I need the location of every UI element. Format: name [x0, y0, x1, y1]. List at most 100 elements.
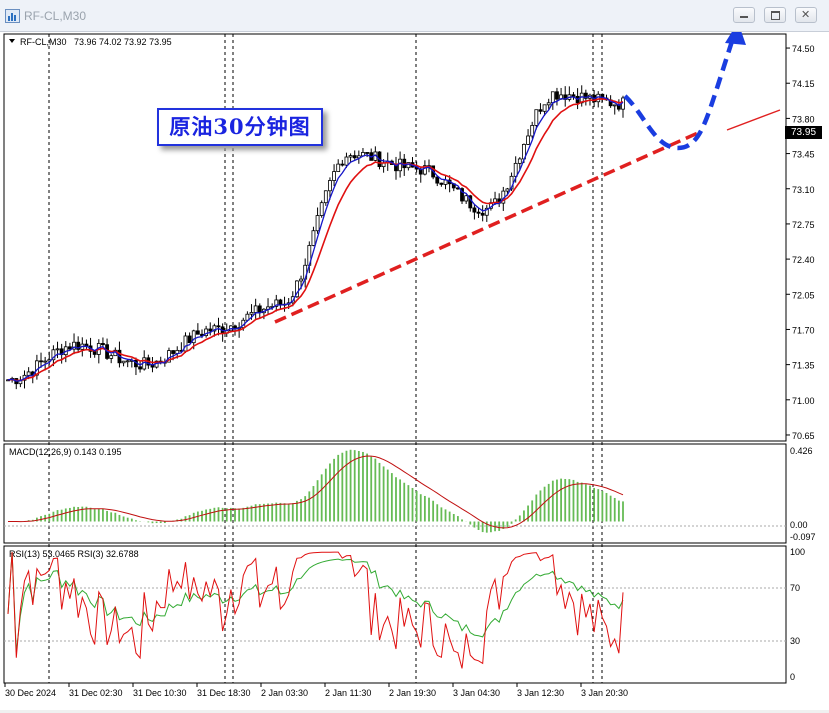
candle-body: [550, 91, 555, 104]
time-tick-label: 3 Jan 20:30: [581, 688, 628, 698]
candle-body: [216, 325, 221, 328]
candle-body: [480, 212, 485, 216]
price-tick-label: 71.35: [792, 361, 815, 371]
time-tick-label: 3 Jan 12:30: [517, 688, 564, 698]
chart-window[interactable]: RF-CL,M30 73.96 74.02 73.92 73.95 74.50 7…: [0, 22, 829, 710]
rsi-axis: 100 70 30 0: [790, 547, 805, 682]
price-tick-label: 73.80: [792, 114, 815, 124]
window-title: RF-CL,M30: [24, 9, 87, 23]
candle-body: [278, 299, 283, 306]
candle-body: [530, 125, 535, 137]
candle-body: [542, 104, 547, 112]
candle-body: [571, 94, 576, 97]
candle-body: [352, 155, 357, 159]
candle-body: [299, 278, 303, 282]
rsi-axis-100: 100: [790, 547, 805, 557]
macd-axis-min: -0.097: [790, 532, 816, 542]
candle-body: [26, 371, 31, 376]
time-axis: 30 Dec 2024 31 Dec 02:30 31 Dec 10:30 31 De…: [4, 683, 628, 698]
price-axis: 74.50 74.15 73.80 73.45 73.10 72.75 72.40 72.05…: [786, 44, 815, 441]
main-panel: [3, 33, 787, 442]
candle-body: [101, 343, 105, 346]
time-tick-label: 31 Dec 10:30: [133, 688, 187, 698]
candle-body: [187, 335, 192, 344]
minimize-button[interactable]: [733, 7, 755, 23]
candle-body: [55, 348, 60, 351]
price-tick-label: 70.65: [792, 431, 815, 441]
macd-label: MACD(12,26,9) 0.143 0.195: [9, 447, 122, 457]
candle-body: [476, 211, 481, 214]
ohlc-values: 73.96 74.02 73.92 73.95: [74, 37, 172, 47]
chart-annotation-label: 原油30分钟图: [157, 108, 323, 146]
candle-body: [39, 360, 43, 363]
candle-body: [92, 350, 97, 355]
candle-body: [398, 158, 403, 172]
candle-body: [526, 135, 530, 145]
candle-body: [472, 207, 477, 213]
time-tick-label: 2 Jan 11:30: [325, 688, 371, 698]
window-titlebar[interactable]: RF-CL,M30: [0, 0, 829, 32]
time-tick-label: 31 Dec 18:30: [197, 688, 251, 698]
candle-body: [315, 215, 320, 232]
rsi-label: RSI(13) 53.0465 RSI(3) 32.6788: [9, 549, 139, 559]
candle-body: [464, 195, 469, 202]
price-chart[interactable]: RF-CL,M30 73.96 74.02 73.92 73.95 74.507…: [0, 22, 829, 710]
candle-body: [328, 180, 332, 192]
rsi-axis-0: 0: [790, 672, 795, 682]
candle-body: [319, 202, 324, 216]
macd-axis-max: 0.426: [790, 446, 813, 456]
time-tick-label: 2 Jan 19:30: [389, 688, 436, 698]
candle-body: [612, 104, 617, 107]
candle-body: [439, 182, 444, 185]
price-tick-label: 71.00: [792, 396, 815, 406]
rsi-panel: [3, 545, 787, 684]
candle-body: [121, 360, 126, 364]
candle-body: [171, 350, 176, 354]
price-tick-label: 74.50: [792, 44, 815, 54]
close-button[interactable]: [795, 7, 817, 23]
price-tick-label: 72.75: [792, 220, 815, 230]
candle-body: [311, 230, 316, 246]
candle-body: [340, 163, 345, 166]
candle-body: [249, 312, 254, 315]
symbol-name: RF-CL,M30: [20, 37, 67, 47]
candle-body: [513, 162, 518, 177]
candle-body: [253, 305, 258, 313]
price-tick-label: 73.10: [792, 185, 815, 195]
candle-body: [332, 171, 336, 181]
restore-button[interactable]: [764, 7, 786, 23]
candle-body: [336, 163, 341, 172]
candle-body: [435, 176, 440, 184]
candle-body: [538, 109, 543, 112]
candle-body: [208, 328, 213, 332]
candle-body: [323, 190, 328, 204]
rsi-axis-30: 30: [790, 636, 800, 646]
time-tick-label: 31 Dec 02:30: [69, 688, 123, 698]
candle-body: [348, 155, 353, 158]
candle-body: [365, 152, 369, 154]
time-tick-label: 30 Dec 2024: [5, 688, 56, 698]
candle-body: [257, 305, 262, 314]
macd-axis: 0.426 0.00 -0.097: [790, 446, 816, 542]
current-price-tag: 73.95: [785, 126, 822, 139]
chart-window-icon: [5, 9, 20, 23]
price-tick-label: 72.40: [792, 255, 815, 265]
time-tick-label: 2 Jan 03:30: [261, 688, 308, 698]
candle-body: [43, 360, 48, 363]
candle-body: [138, 366, 142, 370]
macd-panel: [3, 443, 787, 544]
candle-body: [534, 109, 539, 126]
price-tick-label: 72.05: [792, 290, 815, 300]
candle-body: [546, 102, 551, 106]
candle-body: [555, 91, 559, 100]
candle-body: [109, 355, 114, 359]
time-tick-label: 3 Jan 04:30: [453, 688, 500, 698]
macd-axis-zero: 0.00: [790, 520, 808, 530]
candle-body: [505, 188, 510, 192]
candle-body: [125, 360, 130, 363]
candle-body: [344, 156, 349, 166]
price-tick-label: 73.45: [792, 150, 815, 160]
price-tick-label: 74.15: [792, 79, 815, 89]
symbol-header: RF-CL,M30 73.96 74.02 73.92 73.95: [9, 37, 172, 47]
price-tick-label: 71.70: [792, 325, 815, 335]
